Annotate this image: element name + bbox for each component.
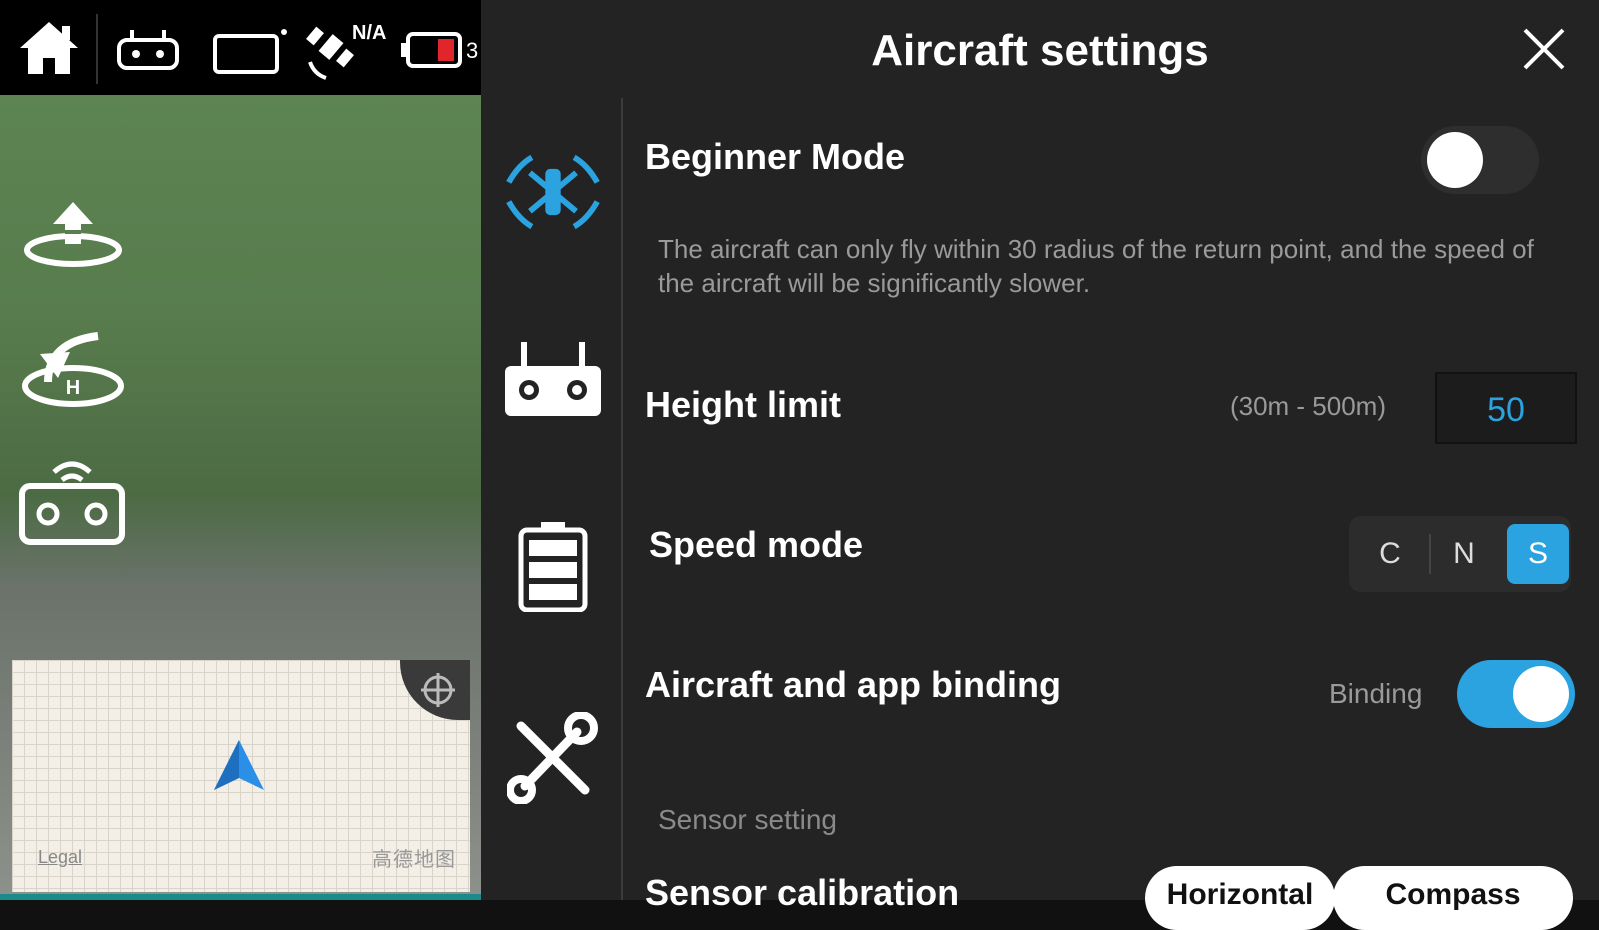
bottom-strip <box>0 894 481 900</box>
nav-remote[interactable] <box>503 340 603 420</box>
battery-icon <box>518 522 588 612</box>
app-binding-toggle[interactable] <box>1457 660 1575 728</box>
panel-title: Aircraft settings <box>871 26 1209 75</box>
battery-icon <box>398 30 462 70</box>
panel-divider <box>621 98 623 900</box>
speed-mode-label: Speed mode <box>649 524 864 565</box>
status-divider <box>96 14 98 84</box>
aircraft-settings-panel: Aircraft settings Beginner Mode The airc… <box>481 0 1599 930</box>
satellite-count: N/A <box>352 22 387 44</box>
aircraft-position-icon <box>212 738 266 799</box>
nav-aircraft[interactable] <box>503 142 603 242</box>
tools-icon <box>507 712 598 804</box>
beginner-mode-description: The aircraft can only fly within 30 radi… <box>658 234 1534 298</box>
compass-calibration-button[interactable]: Compass <box>1333 866 1573 930</box>
binding-status: Binding <box>1329 678 1423 709</box>
speed-mode-c[interactable]: C <box>1359 524 1421 584</box>
nav-battery[interactable] <box>503 520 603 612</box>
height-limit-range: (30m - 500m) <box>1229 391 1386 421</box>
remote-controller-icon <box>116 26 180 72</box>
beginner-mode-label: Beginner Mode <box>645 136 906 177</box>
close-button[interactable] <box>1521 26 1567 72</box>
satellite-icon <box>306 22 358 80</box>
screen-signal-icon <box>212 28 288 74</box>
home-icon[interactable] <box>18 20 80 76</box>
minimap[interactable]: Legal 高德地图 <box>12 660 470 892</box>
map-legal-link[interactable]: Legal <box>38 847 82 868</box>
status-bar: N/A 3 <box>0 0 481 95</box>
toggle-knob <box>1427 132 1483 188</box>
height-limit-label: Height limit <box>645 384 841 425</box>
speed-mode-selector: C N S <box>1349 516 1571 592</box>
speed-mode-n[interactable]: N <box>1433 524 1495 584</box>
takeoff-button[interactable] <box>18 198 128 275</box>
height-limit-input[interactable]: 50 <box>1435 372 1577 444</box>
horizontal-calibration-button[interactable]: Horizontal <box>1145 866 1335 930</box>
remote-control-button[interactable] <box>18 452 128 553</box>
drone-icon <box>506 154 600 230</box>
sensor-calibration-label: Sensor calibration <box>645 872 960 913</box>
toggle-knob <box>1513 666 1569 722</box>
nav-tools[interactable] <box>503 712 603 804</box>
svg-text:H: H <box>66 377 80 399</box>
battery-text: 3 <box>466 38 479 63</box>
locate-button[interactable] <box>400 660 470 720</box>
close-icon <box>1523 28 1565 70</box>
map-brand: 高德地图 <box>372 849 456 871</box>
speed-mode-s[interactable]: S <box>1507 524 1569 584</box>
crosshair-icon <box>421 673 455 707</box>
camera-view: N/A 3 H Legal 高德地图 <box>0 0 481 900</box>
return-home-button[interactable]: H <box>18 322 128 415</box>
remote-controller-icon <box>505 342 601 416</box>
segment-divider <box>1429 534 1431 574</box>
app-binding-label: Aircraft and app binding <box>645 664 1062 705</box>
sensor-section-label: Sensor setting <box>658 804 837 835</box>
beginner-mode-toggle[interactable] <box>1421 126 1539 194</box>
